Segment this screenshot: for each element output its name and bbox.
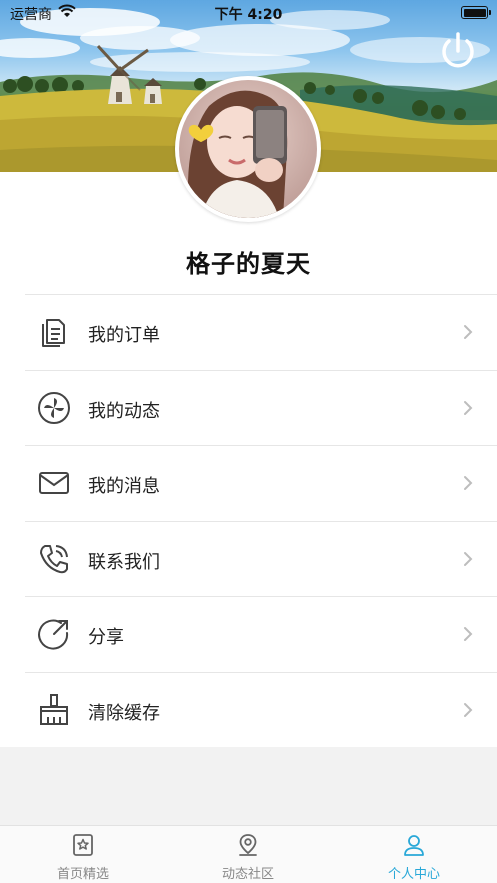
tab-bar: 首页精选 动态社区 个人中心: [0, 825, 497, 883]
chevron-right-icon: [464, 551, 473, 566]
chevron-right-icon: [464, 325, 473, 339]
menu-list: 我的订单 我的动态 我的消息 联系我们 分享 清除缓存: [25, 294, 497, 747]
menu-item-label: 联系我们: [88, 551, 160, 573]
menu-item-contact[interactable]: 联系我们: [25, 520, 497, 597]
phone-icon: [40, 544, 68, 573]
tab-home[interactable]: 首页精选: [0, 826, 166, 883]
pinwheel-icon: [38, 391, 70, 424]
menu-item-label: 我的动态: [88, 400, 160, 422]
chevron-right-icon: [464, 627, 473, 641]
chevron-right-icon: [464, 702, 473, 717]
chevron-right-icon: [464, 400, 473, 415]
avatar-photo: [179, 80, 317, 218]
clock: 下午 4:20: [214, 7, 283, 23]
share-icon: [38, 619, 69, 650]
menu-item-label: 清除缓存: [88, 702, 160, 724]
menu-item-label: 我的订单: [88, 325, 160, 346]
person-icon: [404, 835, 424, 856]
tab-label: 首页精选: [56, 867, 109, 882]
envelope-icon: [39, 472, 69, 494]
avatar[interactable]: [175, 76, 321, 222]
power-icon[interactable]: [437, 30, 479, 72]
document-icon: [42, 319, 65, 347]
menu-item-label: 我的消息: [88, 476, 160, 497]
menu-item-share[interactable]: 分享: [25, 596, 497, 672]
battery-icon: [461, 6, 491, 19]
screen: 运营商 下午 4:20 格子的夏天 我的订单 我的动态 我的消息 联系我们 分享…: [0, 0, 497, 883]
menu-item-orders[interactable]: 我的订单: [25, 294, 497, 370]
star-frame-icon: [73, 834, 93, 856]
location-pin-icon: [239, 834, 257, 856]
tab-community[interactable]: 动态社区: [165, 826, 331, 883]
tab-profile[interactable]: 个人中心: [331, 826, 497, 883]
tab-label: 个人中心: [387, 867, 440, 882]
menu-item-messages[interactable]: 我的消息: [25, 445, 497, 521]
menu-item-activity[interactable]: 我的动态: [25, 369, 497, 446]
status-bar: 运营商 下午 4:20: [0, 0, 497, 26]
menu-item-label: 分享: [88, 627, 124, 648]
menu-item-clear-cache[interactable]: 清除缓存: [25, 671, 497, 748]
tab-label: 动态社区: [221, 867, 274, 882]
username: 格子的夏天: [186, 250, 311, 278]
broom-icon: [40, 693, 68, 725]
chevron-right-icon: [464, 476, 473, 490]
